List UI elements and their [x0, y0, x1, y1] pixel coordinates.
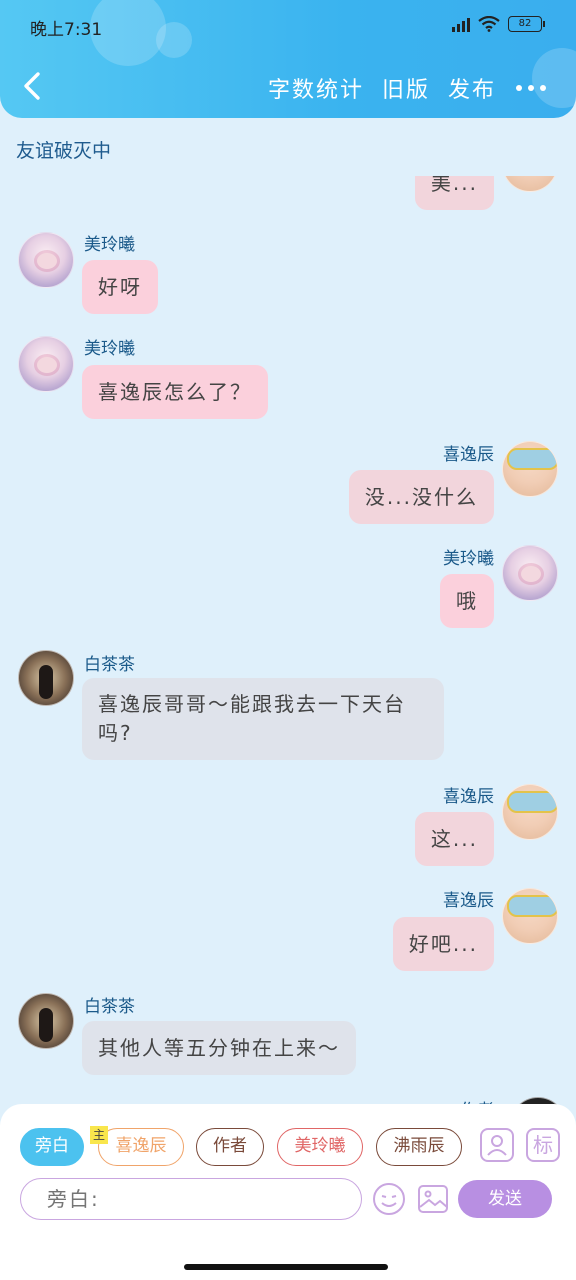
- message-bubble[interactable]: 喜逸辰哥哥～能跟我去一下天台吗?: [82, 678, 444, 760]
- input-row: 发送: [20, 1178, 556, 1220]
- avatar[interactable]: [18, 650, 74, 706]
- role-selector: 旁白 喜逸辰 主 作者 美玲曦 沸雨辰 标: [20, 1126, 560, 1166]
- role-chip-author[interactable]: 作者: [196, 1128, 264, 1166]
- wifi-icon: [478, 16, 500, 32]
- avatar[interactable]: [502, 545, 558, 601]
- message-bubble[interactable]: 美...: [414, 176, 494, 210]
- avatar[interactable]: [502, 888, 558, 944]
- home-indicator: [184, 1264, 388, 1270]
- message-bubble[interactable]: 喜逸辰怎么了？: [82, 365, 268, 419]
- sender-name: 白茶茶: [84, 655, 135, 675]
- sender-name: 喜逸辰: [443, 891, 494, 911]
- old-version-button[interactable]: 旧版: [382, 72, 430, 104]
- avatar[interactable]: [502, 784, 558, 840]
- avatar[interactable]: [18, 336, 74, 392]
- role-chip-feiyuchen[interactable]: 沸雨辰: [376, 1128, 462, 1166]
- app-header: 晚上7:31 82 字数统计 旧版 发布: [0, 0, 576, 118]
- sender-name: 白茶茶: [84, 997, 135, 1017]
- word-count-button[interactable]: 字数统计: [268, 72, 364, 104]
- publish-button[interactable]: 发布: [448, 72, 496, 104]
- sender-name: 美玲曦: [84, 339, 135, 359]
- role-chip-xiyichen[interactable]: 喜逸辰: [98, 1128, 184, 1166]
- role-chip-narrator[interactable]: 旁白: [20, 1128, 84, 1166]
- header-decoration: [156, 22, 192, 58]
- emoji-icon[interactable]: [372, 1182, 406, 1216]
- main-role-badge: 主: [90, 1126, 108, 1144]
- back-arrow-icon[interactable]: [18, 68, 48, 104]
- avatar[interactable]: [502, 441, 558, 497]
- sender-name: 美玲曦: [443, 549, 494, 569]
- message-bubble[interactable]: 没...没什么: [348, 470, 494, 524]
- send-button[interactable]: 发送: [458, 1180, 552, 1218]
- avatar[interactable]: [502, 176, 558, 192]
- signal-icon: [452, 16, 470, 32]
- message-bubble[interactable]: 哦: [440, 574, 494, 628]
- tag-button[interactable]: 标: [526, 1128, 560, 1162]
- status-icons: 82: [452, 16, 545, 32]
- manage-roles-button[interactable]: [480, 1128, 514, 1162]
- avatar[interactable]: [18, 232, 74, 288]
- battery-icon: 82: [508, 16, 545, 32]
- composer-panel: 旁白 喜逸辰 主 作者 美玲曦 沸雨辰 标 发送: [0, 1104, 576, 1280]
- role-chip-meilingxi[interactable]: 美玲曦: [277, 1128, 363, 1166]
- chat-list[interactable]: 美... 美玲曦 好呀 美玲曦 喜逸辰怎么了？ 喜逸辰 没...没什么 美玲曦 …: [0, 176, 576, 1106]
- image-icon[interactable]: [416, 1182, 450, 1216]
- message-input[interactable]: [20, 1178, 362, 1220]
- message-bubble[interactable]: 好呀: [82, 260, 158, 314]
- section-title: 友谊破灭中: [16, 140, 112, 162]
- header-actions: 字数统计 旧版 发布: [250, 72, 546, 104]
- message-bubble[interactable]: 其他人等五分钟在上来～: [82, 1021, 356, 1075]
- sender-name: 喜逸辰: [443, 445, 494, 465]
- message-bubble[interactable]: 好吧...: [392, 917, 494, 971]
- more-icon[interactable]: [516, 85, 546, 91]
- sender-name: 美玲曦: [84, 235, 135, 255]
- person-icon: [487, 1135, 507, 1156]
- avatar[interactable]: [18, 993, 74, 1049]
- sender-name: 喜逸辰: [443, 787, 494, 807]
- status-time: 晚上7:31: [30, 20, 103, 40]
- message-bubble[interactable]: 这...: [414, 812, 494, 866]
